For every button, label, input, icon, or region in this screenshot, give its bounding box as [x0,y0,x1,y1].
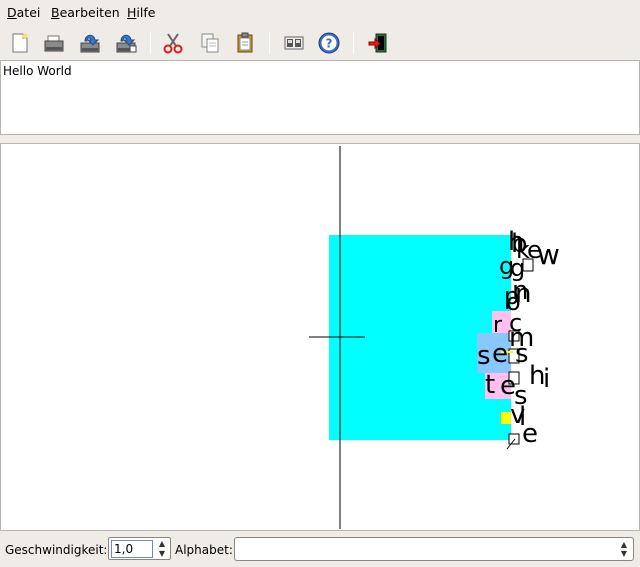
canvas-letter: r [493,313,503,338]
alphabet-combobox[interactable]: ▲ ▼ [234,537,634,561]
preferences-icon [284,36,304,50]
alphabet-label: Alphabet: [175,543,233,557]
spinner-down-icon[interactable]: ▼ [156,549,168,559]
new-document-button[interactable] [6,29,34,57]
save-icon [80,34,100,53]
menu-bearbeiten-accel: B [51,5,60,20]
open-folder-icon [44,35,64,52]
text-editor[interactable]: Hello World [0,60,640,135]
paste-button[interactable] [231,29,259,57]
toolbar-separator [150,32,151,54]
canvas-letter: s [515,339,529,369]
canvas-letter: s [477,341,491,371]
menu-datei-accel: D [7,5,17,20]
small-box [508,433,520,445]
svg-text:?: ? [326,37,333,51]
menu-hilfe-rest: ilfe [136,5,156,20]
menu-datei[interactable]: Datei [7,5,40,20]
speed-spinner[interactable]: ▲ ▼ [108,537,171,560]
combo-arrows-icon: ▲ ▼ [620,540,627,558]
menu-bearbeiten-rest: earbeiten [59,5,120,20]
menu-datei-rest: atei [16,5,41,20]
canvas-letter: e [522,419,538,449]
menu-hilfe-accel: H [127,5,137,20]
scissors-icon [163,33,183,54]
canvas-drawing: hbkewggnpnor cmseshit esvle [309,146,560,529]
pane-splitter-handle[interactable] [296,137,344,148]
help-icon: ? [318,32,340,54]
quit-button[interactable] [364,29,392,57]
help-button[interactable]: ? [315,29,343,57]
speed-input[interactable] [111,540,153,558]
canvas-letter: w [537,238,560,271]
canvas-letter: e [492,339,508,369]
menu-bearbeiten[interactable]: Bearbeiten [51,5,120,20]
save-button[interactable] [76,29,104,57]
exit-door-icon [368,33,387,53]
menubar: Datei Bearbeiten Hilfe [0,0,640,26]
save-as-button[interactable] [112,29,140,57]
toolbar-separator [353,32,354,54]
copy-icon [201,33,219,53]
preferences-button[interactable] [280,29,308,57]
dasher-canvas[interactable]: hbkewggnpnorcmseshitesvle [0,143,640,531]
save-as-icon [116,34,137,53]
open-button[interactable] [40,29,68,57]
menu-hilfe[interactable]: Hilfe [127,5,155,20]
clipboard-icon [237,32,253,53]
canvas-letter: t [485,370,495,400]
copy-button[interactable] [196,29,224,57]
new-document-icon [12,33,28,53]
spinner-up-icon[interactable]: ▲ [156,539,168,549]
speed-label: Geschwindigkeit: [5,543,108,557]
cut-button[interactable] [159,29,187,57]
toolbar: ? [0,26,640,60]
toolbar-separator [269,32,270,54]
editor-text: Hello World [3,64,72,78]
spinner-buttons[interactable]: ▲ ▼ [156,539,168,559]
canvas-letter: i [543,364,550,394]
